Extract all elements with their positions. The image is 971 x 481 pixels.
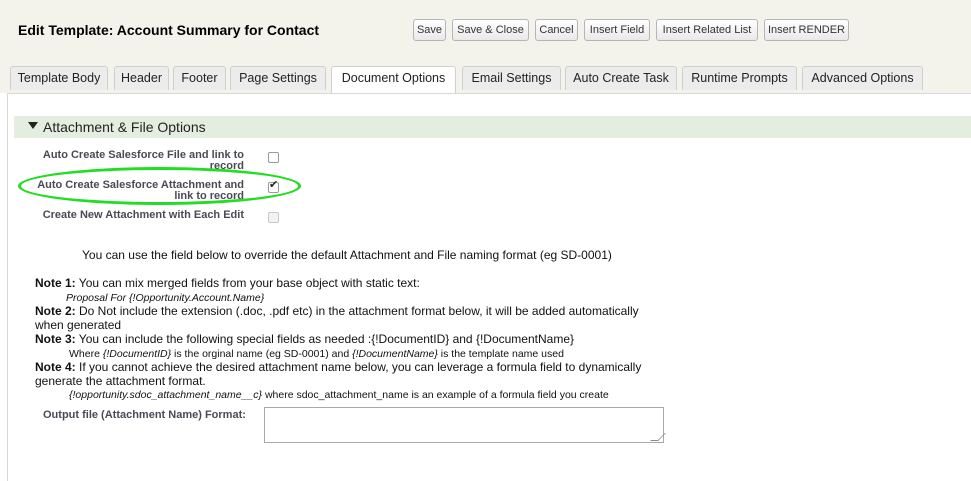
- note-1-example-text: Proposal For {!Opportunity.Account.Name}: [66, 292, 265, 304]
- note-4-example: {!opportunity.sdoc_attachment_name__c} w…: [69, 389, 609, 401]
- create-new-attachment-label: Create New Attachment with Each Edit: [42, 209, 244, 221]
- create-new-attachment-checkbox[interactable]: [268, 212, 279, 223]
- tab-email-settings[interactable]: Email Settings: [462, 66, 561, 90]
- note-2-label: Note 2:: [35, 304, 76, 318]
- note-3-label: Note 3:: [35, 332, 76, 346]
- cancel-button[interactable]: Cancel: [535, 19, 578, 41]
- note-2: Note 2: Do Not include the extension (.d…: [35, 304, 639, 318]
- note-4-ex-b: where sdoc_attachment_name is an example…: [262, 389, 609, 401]
- note-3-example: Where {!DocumentID} is the orginal name …: [69, 348, 564, 360]
- note-3-ex-a: Where: [69, 348, 103, 360]
- note-4-label: Note 4:: [35, 360, 76, 374]
- output-format-label: Output file (Attachment Name) Format:: [43, 409, 246, 421]
- resize-grip-icon[interactable]: [650, 433, 666, 441]
- tab-header[interactable]: Header: [114, 66, 169, 90]
- note-1-label: Note 1:: [35, 276, 76, 290]
- page-header: Edit Template: Account Summary for Conta…: [0, 0, 971, 67]
- output-format-textarea[interactable]: [264, 407, 666, 443]
- note-3-ex-d: {!DocumentName}: [352, 348, 438, 360]
- tab-footer[interactable]: Footer: [173, 66, 226, 90]
- note-4: Note 4: If you cannot achieve the desire…: [35, 360, 641, 374]
- triangle-down-icon[interactable]: [28, 122, 38, 129]
- note-3-ex-b: {!DocumentID}: [102, 348, 172, 360]
- note-1: Note 1: You can mix merged fields from y…: [35, 276, 420, 290]
- note-1-example: Proposal For {!Opportunity.Account.Name}: [66, 292, 264, 304]
- save-button[interactable]: Save: [413, 19, 446, 41]
- section-title: Attachment & File Options: [43, 119, 206, 135]
- insert-field-button[interactable]: Insert Field: [584, 19, 650, 41]
- tab-document-options[interactable]: Document Options: [331, 66, 456, 94]
- tab-advanced-options[interactable]: Advanced Options: [802, 66, 923, 90]
- section-header[interactable]: Attachment & File Options: [14, 116, 971, 138]
- tab-runtime-prompts[interactable]: Runtime Prompts: [682, 66, 797, 90]
- insert-render-button[interactable]: Insert RENDER: [764, 19, 849, 41]
- tab-auto-create-task[interactable]: Auto Create Task: [565, 66, 677, 90]
- page-title: Edit Template: Account Summary for Conta…: [18, 22, 320, 38]
- tab-template-body[interactable]: Template Body: [10, 66, 108, 90]
- naming-info-text: You can use the field below to override …: [82, 248, 612, 262]
- note-2-continued: when generated: [35, 318, 122, 332]
- note-4-continued: generate the attachment format.: [35, 374, 206, 388]
- note-1-text: You can mix merged fields from your base…: [75, 276, 420, 290]
- save-close-button[interactable]: Save & Close: [452, 19, 529, 41]
- note-3-text: You can include the following special fi…: [75, 332, 574, 346]
- tab-bar: Template Body Header Footer Page Setting…: [0, 66, 971, 94]
- auto-create-file-checkbox[interactable]: [268, 152, 279, 163]
- note-4-text: If you cannot achieve the desired attach…: [75, 360, 642, 374]
- note-3: Note 3: You can include the following sp…: [35, 332, 574, 346]
- note-4-ex-a: {!opportunity.sdoc_attachment_name__c}: [69, 389, 263, 401]
- note-3-ex-e: is the template name used: [437, 348, 564, 360]
- tab-page-settings[interactable]: Page Settings: [230, 66, 326, 90]
- insert-related-list-button[interactable]: Insert Related List: [656, 19, 758, 41]
- note-3-ex-c: is the orginal name (eg SD-0001) and: [171, 348, 353, 360]
- highlight-oval: [18, 167, 301, 205]
- note-2-text: Do Not include the extension (.doc, .pdf…: [75, 304, 639, 318]
